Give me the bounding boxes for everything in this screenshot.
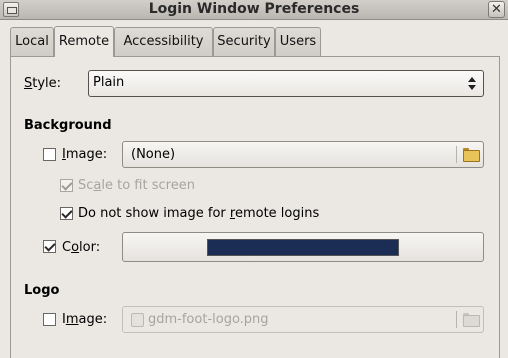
style-combo[interactable]: Plain <box>88 70 484 97</box>
logo-image-value: gdm-foot-logo.png <box>148 312 269 327</box>
tab-accessibility[interactable]: Accessibility <box>114 27 213 56</box>
tab-remote[interactable]: Remote <box>54 26 114 57</box>
tab-users[interactable]: Users <box>275 27 321 56</box>
no-remote-image-label: Do not show image for remote logins <box>78 206 320 221</box>
separator <box>456 146 457 163</box>
background-image-value: (None) <box>131 147 176 162</box>
scale-to-fit-checkbox[interactable] <box>60 179 73 192</box>
style-label: Style: <box>24 76 62 91</box>
folder-open-icon <box>463 313 480 327</box>
style-combo-value: Plain <box>93 75 125 90</box>
tab-security[interactable]: Security <box>213 27 275 56</box>
color-swatch <box>207 239 399 256</box>
separator <box>456 311 457 328</box>
background-color-checkbox[interactable] <box>43 240 56 253</box>
folder-open-icon <box>463 148 480 162</box>
background-image-checkbox[interactable] <box>43 148 56 161</box>
logo-image-label: Image: <box>62 312 108 327</box>
close-button[interactable]: ✕ <box>488 1 505 18</box>
window-title: Login Window Preferences <box>148 1 360 17</box>
no-remote-image-checkbox[interactable] <box>60 207 73 220</box>
background-color-button[interactable] <box>122 232 484 262</box>
logo-heading: Logo <box>24 283 60 298</box>
scale-to-fit-label: Scale to fit screen <box>78 178 195 193</box>
background-color-label: Color: <box>62 240 101 255</box>
background-image-label: Image: <box>62 147 108 162</box>
logo-image-file-button[interactable]: gdm-foot-logo.png <box>122 306 484 333</box>
image-file-icon <box>131 313 144 327</box>
combo-arrows-icon <box>468 76 477 91</box>
logo-image-checkbox[interactable] <box>43 313 56 326</box>
background-heading: Background <box>24 118 112 133</box>
tab-local[interactable]: Local <box>10 27 54 56</box>
background-image-file-button[interactable]: (None) <box>122 141 484 168</box>
title-bar: Login Window Preferences ✕ <box>0 0 508 20</box>
